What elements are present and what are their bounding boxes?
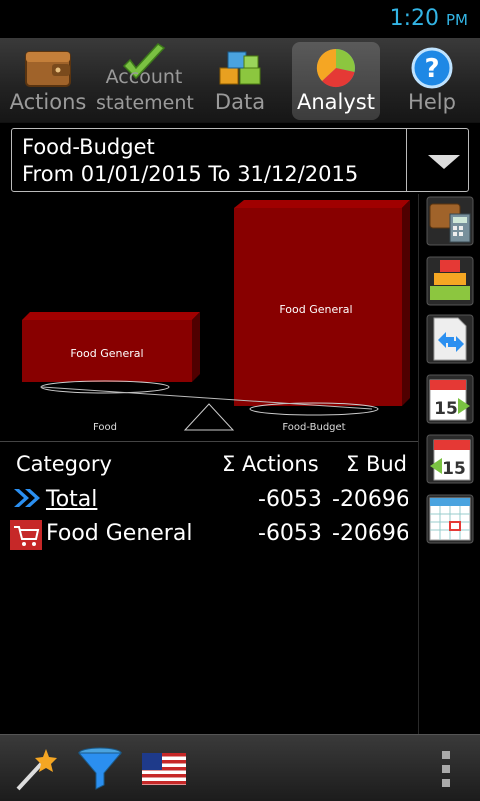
help-icon: ? (411, 47, 453, 89)
clock: 1:20 PM (389, 6, 468, 31)
svg-text:15: 15 (442, 459, 466, 479)
overflow-menu-icon[interactable] (428, 745, 464, 793)
tab-actions[interactable]: Actions (2, 38, 94, 122)
status-bar: 1:20 PM (0, 0, 480, 38)
magic-wand-icon[interactable] (12, 745, 60, 793)
filter-icon[interactable] (76, 745, 124, 793)
tab-help[interactable]: ? Help (388, 38, 476, 122)
tab-data[interactable]: Data (196, 38, 284, 122)
row-name[interactable]: Total (46, 487, 97, 512)
row-actions: -6053 (258, 521, 322, 546)
bottom-toolbar (0, 734, 480, 801)
stacked-blocks-icon[interactable] (426, 256, 474, 306)
svg-text:15: 15 (434, 399, 458, 419)
chevron-down-icon[interactable] (428, 155, 460, 169)
bar-food-budget: Food General (234, 200, 410, 406)
calendar-back-icon[interactable]: 15 (426, 434, 474, 484)
pan-label-food-budget: Food-Budget (282, 422, 345, 433)
tab-bar: Actions Account statement Data Analyst ?… (0, 38, 480, 123)
row-budget: -20696 (332, 487, 408, 512)
scale-fulcrum (183, 403, 235, 431)
us-flag-icon[interactable] (140, 745, 188, 793)
budget-selector[interactable]: Food-Budget From 01/01/2015 To 31/12/201… (11, 128, 469, 192)
header-actions[interactable]: Σ Actions (222, 452, 319, 476)
balance-chart: Food General Food General Food Food-Budg… (22, 200, 410, 433)
double-chevron-icon (14, 489, 40, 507)
header-category[interactable]: Category (16, 452, 112, 476)
bar-food-label: Food General (70, 347, 143, 360)
blocks-icon (219, 51, 261, 85)
calendar-grid-icon[interactable] (426, 494, 474, 544)
document-transfer-icon[interactable] (426, 314, 474, 364)
tab-account-statement[interactable]: Account statement (96, 38, 194, 122)
row-name[interactable]: Food General (46, 521, 192, 546)
calendar-forward-icon[interactable]: 15 (426, 374, 474, 424)
pie-chart-icon (316, 48, 355, 88)
wallet-icon (25, 51, 71, 87)
row-budget: -20696 (332, 521, 408, 546)
budget-title: Food-Budget (22, 135, 155, 159)
wallet-calculator-icon[interactable] (426, 196, 474, 246)
bar-food-budget-label: Food General (279, 303, 352, 316)
row-actions: -6053 (258, 487, 322, 512)
tab-analyst[interactable]: Analyst (292, 42, 380, 120)
pan-label-food: Food (93, 422, 117, 433)
header-budget[interactable]: Σ Budg (346, 452, 408, 476)
bar-food: Food General (22, 312, 200, 382)
cart-icon (10, 520, 42, 550)
svg-text:?: ? (424, 54, 439, 84)
budget-date-range: From 01/01/2015 To 31/12/2015 (22, 162, 359, 186)
